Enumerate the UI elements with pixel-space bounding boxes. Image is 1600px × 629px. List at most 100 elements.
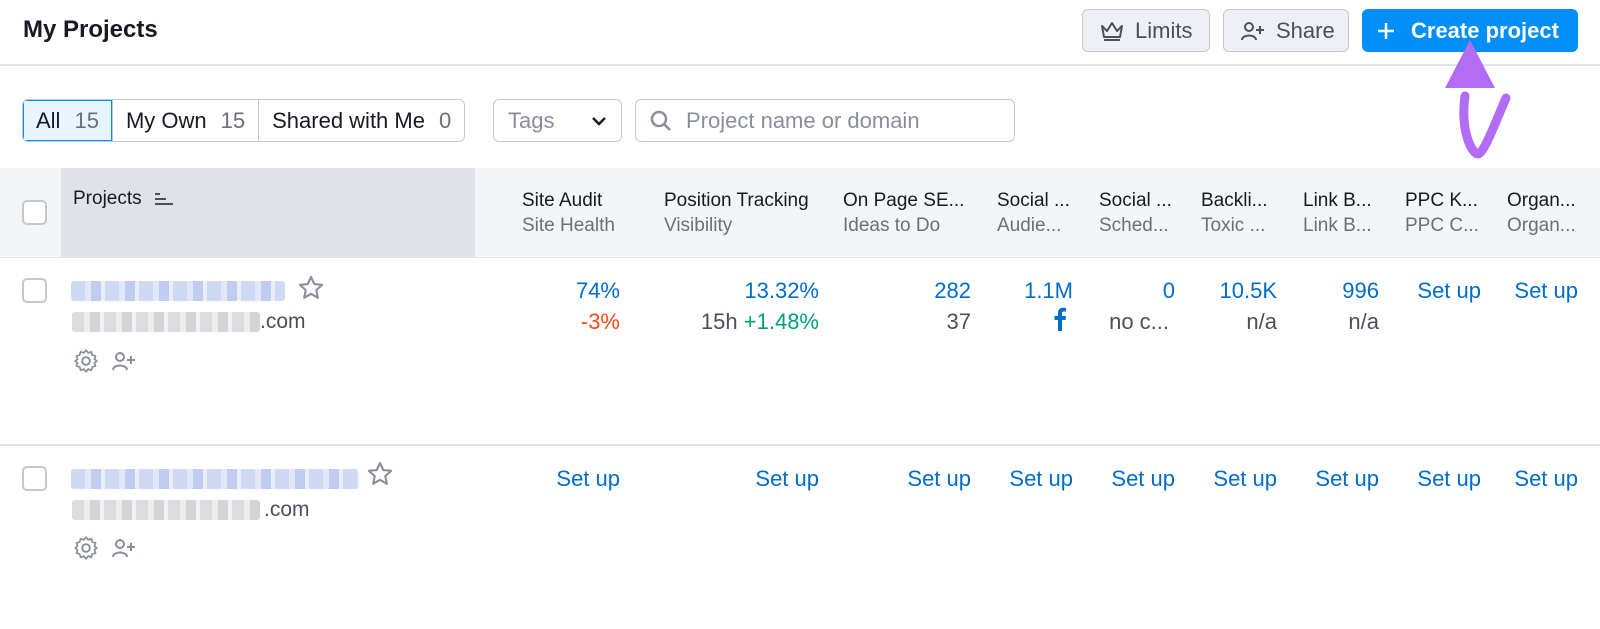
- organic-setup-link[interactable]: Set up: [1514, 466, 1578, 492]
- column-header-link-building[interactable]: Link B... Link B...: [1303, 188, 1372, 238]
- backlinks-sub: n/a: [1246, 309, 1277, 334]
- project-domain: .com: [260, 310, 306, 333]
- position-tracking-setup-link[interactable]: Set up: [755, 466, 819, 492]
- column-header-ppc[interactable]: PPC K... PPC C...: [1405, 188, 1479, 238]
- position-tracking-value[interactable]: 13.32%: [744, 278, 819, 304]
- social-audience-value[interactable]: 1.1M: [1024, 278, 1073, 304]
- link-building-sub: n/a: [1348, 309, 1379, 334]
- row-checkbox[interactable]: [22, 278, 47, 303]
- column-title: PPC K...: [1405, 190, 1478, 211]
- tags-dropdown[interactable]: Tags: [493, 99, 622, 142]
- column-header-backlinks[interactable]: Backli... Toxic ...: [1201, 188, 1268, 238]
- table-row: .com 74% -3% 13.32% 15h +1.48% 282 37 1.…: [0, 258, 1600, 446]
- column-subtitle: Site Health: [522, 215, 615, 236]
- row-checkbox[interactable]: [22, 466, 47, 491]
- add-user-icon[interactable]: [111, 350, 137, 372]
- column-header-position-tracking[interactable]: Position Tracking Visibility: [664, 188, 809, 238]
- annotation-arrow-icon: [1445, 40, 1511, 159]
- tags-label: Tags: [508, 107, 555, 133]
- column-subtitle: Visibility: [664, 215, 733, 236]
- ppc-setup-link[interactable]: Set up: [1417, 278, 1481, 304]
- column-title: Site Audit: [522, 190, 603, 211]
- column-title: Organ...: [1507, 190, 1576, 211]
- on-page-seo-ideas: 37: [946, 309, 971, 334]
- project-domain: .com: [264, 498, 310, 521]
- ppc-setup-link[interactable]: Set up: [1417, 466, 1481, 492]
- star-icon[interactable]: [366, 460, 394, 488]
- page-header: My Projects Limits Share Create project: [0, 0, 1600, 66]
- project-domain-blurred: [72, 312, 260, 332]
- column-subtitle: Toxic ...: [1201, 215, 1266, 236]
- page-title: My Projects: [23, 16, 158, 43]
- project-domain-blurred: [72, 500, 260, 520]
- column-header-site-audit[interactable]: Site Audit Site Health: [522, 188, 615, 238]
- social-scheduled-setup-link[interactable]: Set up: [1111, 466, 1175, 492]
- column-subtitle: Ideas to Do: [843, 215, 941, 236]
- on-page-seo-setup-link[interactable]: Set up: [907, 466, 971, 492]
- filter-all-count: 15: [74, 107, 99, 133]
- search-input[interactable]: [686, 107, 986, 134]
- star-icon[interactable]: [297, 274, 325, 302]
- column-title: Social ...: [1099, 190, 1172, 211]
- position-tracking-time: 15h: [700, 309, 738, 334]
- projects-header-label: Projects: [73, 188, 142, 209]
- on-page-seo-value[interactable]: 282: [934, 278, 971, 304]
- filter-shared-label: Shared with Me: [272, 107, 425, 133]
- search-icon: [650, 110, 671, 131]
- table-header: Projects Site Audit Site Health Position…: [0, 168, 1600, 258]
- column-header-social-audience[interactable]: Social ... Audie...: [997, 188, 1070, 238]
- position-tracking-delta: +1.48%: [743, 309, 819, 334]
- limits-label: Limits: [1135, 17, 1193, 43]
- position-tracking-change: 15h +1.48%: [701, 309, 819, 335]
- column-header-social-scheduled[interactable]: Social ... Sched...: [1099, 188, 1172, 238]
- filter-shared-count: 0: [438, 107, 452, 133]
- column-header-on-page-seo[interactable]: On Page SE... Ideas to Do: [843, 188, 964, 238]
- social-scheduled-value[interactable]: 0: [1163, 278, 1175, 304]
- site-audit-value[interactable]: 74%: [576, 278, 620, 304]
- site-audit-setup-link[interactable]: Set up: [556, 466, 620, 492]
- column-title: Social ...: [997, 190, 1070, 211]
- column-subtitle: PPC C...: [1405, 215, 1479, 236]
- filter-my-own-count: 15: [220, 107, 246, 133]
- column-subtitle: Link B...: [1303, 215, 1372, 236]
- sort-icon: [154, 193, 173, 205]
- social-audience-setup-link[interactable]: Set up: [1009, 466, 1073, 492]
- filter-all-label: All: [36, 107, 61, 133]
- gear-icon[interactable]: [73, 535, 99, 561]
- link-building-setup-link[interactable]: Set up: [1315, 466, 1379, 492]
- column-subtitle: Sched...: [1099, 215, 1169, 236]
- column-title: Link B...: [1303, 190, 1372, 211]
- organic-setup-link[interactable]: Set up: [1514, 278, 1578, 304]
- column-title: On Page SE...: [843, 190, 965, 211]
- backlinks-setup-link[interactable]: Set up: [1213, 466, 1277, 492]
- crown-icon: [1101, 21, 1123, 41]
- projects-column-header[interactable]: Projects: [73, 188, 174, 210]
- add-user-icon: [1241, 21, 1264, 40]
- filter-all[interactable]: All 15: [23, 100, 113, 141]
- column-subtitle: Audie...: [997, 215, 1062, 236]
- share-label: Share: [1276, 17, 1335, 43]
- column-header-organic[interactable]: Organ... Organ...: [1507, 188, 1576, 238]
- share-button[interactable]: Share: [1223, 9, 1349, 52]
- table-row: .com Set up Set up Set up Set up Set up …: [0, 446, 1600, 629]
- facebook-icon: [1054, 307, 1066, 331]
- plus-icon: [1378, 22, 1394, 39]
- link-building-value[interactable]: 996: [1342, 278, 1379, 304]
- limits-button[interactable]: Limits: [1082, 9, 1210, 52]
- project-name-link[interactable]: [71, 469, 359, 489]
- filter-shared-with-me[interactable]: Shared with Me 0: [259, 100, 464, 141]
- site-audit-delta: -3%: [580, 309, 620, 334]
- backlinks-value[interactable]: 10.5K: [1220, 278, 1278, 304]
- gear-icon[interactable]: [73, 348, 99, 374]
- select-all-checkbox[interactable]: [22, 200, 47, 225]
- project-filter-segments: All 15 My Own 15 Shared with Me 0: [22, 99, 466, 142]
- search-field[interactable]: [635, 99, 1015, 142]
- filter-my-own[interactable]: My Own 15: [113, 100, 260, 141]
- chevron-down-icon: [592, 116, 606, 126]
- column-title: Position Tracking: [664, 190, 809, 211]
- project-name-link[interactable]: [71, 281, 285, 301]
- add-user-icon[interactable]: [111, 537, 137, 559]
- projects-column-header-bg: [61, 168, 475, 258]
- social-scheduled-sub: no c...: [1109, 309, 1169, 334]
- filter-my-own-label: My Own: [125, 107, 207, 133]
